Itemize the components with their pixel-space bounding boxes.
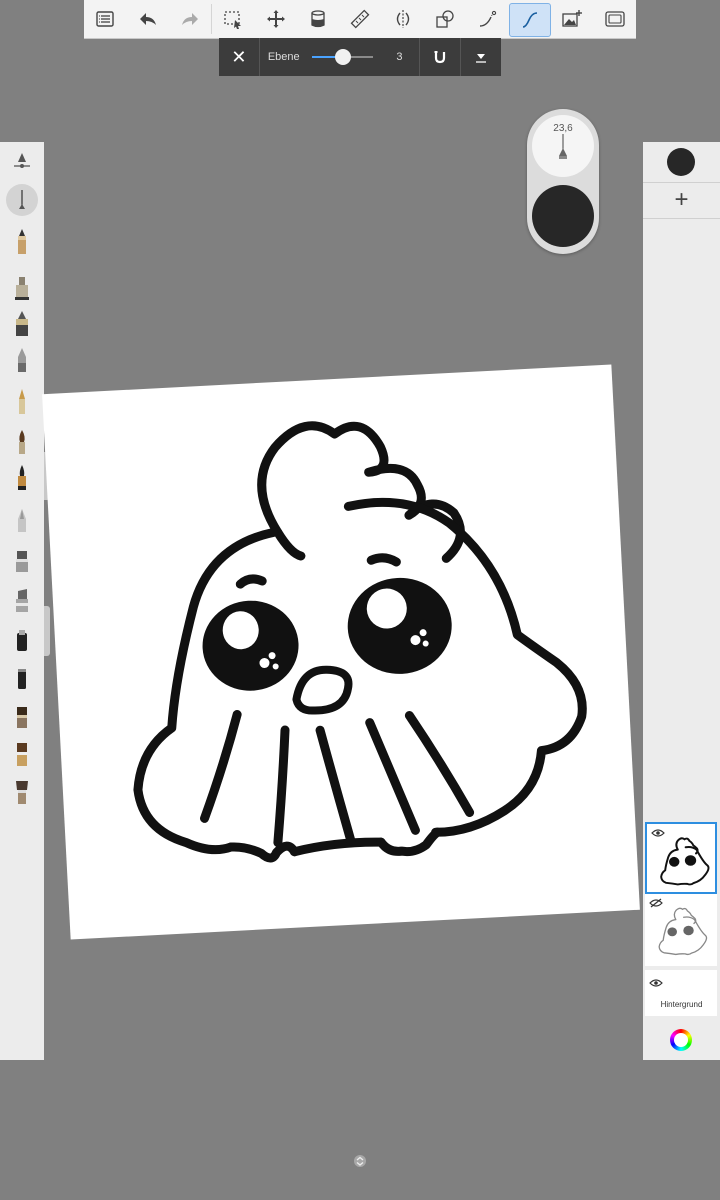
smudge-icon[interactable] bbox=[0, 660, 44, 696]
pencil-icon[interactable] bbox=[0, 224, 44, 260]
layer-panel: + Hintergrund bbox=[643, 142, 720, 1060]
magnet-icon[interactable] bbox=[420, 38, 460, 76]
slider-knob[interactable] bbox=[334, 49, 351, 65]
pen-tip-icon bbox=[559, 134, 567, 159]
paintbrush-icon[interactable] bbox=[0, 424, 44, 460]
ink-pen-icon[interactable] bbox=[0, 306, 44, 342]
add-image-icon[interactable] bbox=[551, 0, 593, 38]
ghost-chick-drawing bbox=[133, 421, 587, 863]
brush-opacity-control[interactable] bbox=[532, 185, 594, 247]
color-wheel-center bbox=[674, 1033, 688, 1047]
symmetry-icon[interactable] bbox=[382, 0, 424, 38]
layer-sketch[interactable] bbox=[645, 894, 717, 966]
oil-brush-icon[interactable] bbox=[0, 736, 44, 772]
current-color-swatch[interactable] bbox=[667, 148, 695, 176]
brush-size-value: 23,6 bbox=[553, 123, 573, 134]
brush-puck[interactable]: 23,6 bbox=[527, 109, 599, 254]
airbrush-icon[interactable] bbox=[0, 342, 44, 378]
eye-icon[interactable] bbox=[649, 978, 663, 988]
redo-icon[interactable] bbox=[169, 0, 211, 38]
marker-icon[interactable] bbox=[0, 270, 44, 306]
layer-thumbnail bbox=[658, 907, 708, 956]
brush-pen-icon[interactable] bbox=[0, 460, 44, 496]
layer-thumbnail bbox=[660, 837, 710, 886]
layer-ink[interactable] bbox=[645, 822, 717, 894]
strength-slider[interactable] bbox=[311, 47, 374, 67]
chalk-icon[interactable] bbox=[0, 502, 44, 538]
brush-size-control[interactable]: 23,6 bbox=[532, 115, 594, 177]
stroke-stabilizer-bar: ✕ Ebene 3 bbox=[219, 38, 501, 76]
add-layer-button[interactable]: + bbox=[643, 186, 720, 214]
brush-library bbox=[0, 142, 44, 1060]
fan-brush-icon[interactable] bbox=[0, 774, 44, 810]
strength-value: 3 bbox=[396, 51, 403, 63]
fountain-pen-icon[interactable] bbox=[0, 384, 44, 420]
divider bbox=[643, 218, 720, 219]
fill-bucket-icon[interactable] bbox=[297, 0, 339, 38]
eraser-pen-icon[interactable] bbox=[0, 622, 44, 658]
toggle-ui-icon[interactable] bbox=[353, 1154, 367, 1168]
flat-brush-icon[interactable] bbox=[0, 698, 44, 734]
top-toolbar bbox=[84, 0, 636, 39]
marker-wide-icon[interactable] bbox=[0, 542, 44, 578]
drawing-canvas[interactable] bbox=[42, 364, 640, 940]
divider bbox=[258, 38, 260, 76]
brush-panel-handle[interactable] bbox=[44, 606, 50, 656]
undo-icon[interactable] bbox=[126, 0, 168, 38]
fullscreen-icon[interactable] bbox=[594, 0, 636, 38]
close-icon[interactable]: ✕ bbox=[219, 38, 259, 76]
perspective-icon[interactable] bbox=[466, 0, 508, 38]
brush-settings-icon[interactable] bbox=[0, 142, 44, 178]
transform-icon[interactable] bbox=[254, 0, 296, 38]
background-layer-label: Hintergrund bbox=[660, 1000, 703, 1009]
pen-icon[interactable] bbox=[0, 182, 44, 218]
dropdown-icon[interactable] bbox=[461, 38, 501, 76]
color-wheel-icon[interactable] bbox=[670, 1029, 692, 1051]
selection-icon[interactable] bbox=[212, 0, 254, 38]
mode-label: Ebene bbox=[267, 51, 300, 63]
ruler-icon[interactable] bbox=[339, 0, 381, 38]
lagoon-menu-icon[interactable] bbox=[84, 0, 126, 38]
layer-background[interactable] bbox=[645, 970, 717, 1016]
marker-chisel-icon[interactable] bbox=[0, 582, 44, 618]
divider bbox=[643, 182, 720, 183]
shape-icon[interactable] bbox=[424, 0, 466, 38]
steady-stroke-icon[interactable] bbox=[508, 3, 552, 37]
